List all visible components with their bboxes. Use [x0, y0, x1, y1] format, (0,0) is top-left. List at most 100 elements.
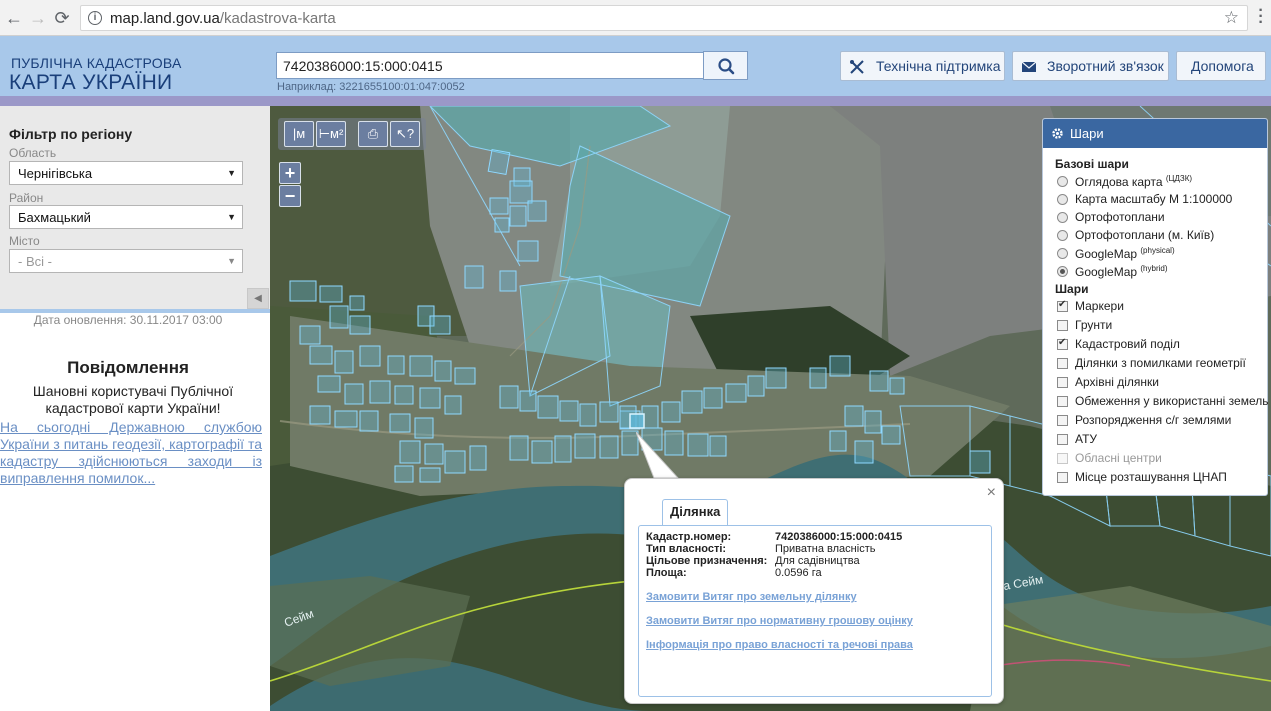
- row-key: Кадастр.номер:: [646, 531, 732, 543]
- layer-label: Грунти: [1075, 318, 1113, 332]
- base-layer-label: Ортофотоплани: [1075, 210, 1165, 224]
- oblast-value: Чернігівська: [18, 166, 93, 181]
- overlay-layers-title: Шари: [1055, 282, 1089, 296]
- notice-text: Шановні користувачі Публічної кадастрово…: [32, 383, 234, 416]
- bookmark-star-icon[interactable]: ☆: [1224, 8, 1239, 28]
- base-layer-sup: (hybrid): [1140, 264, 1168, 273]
- sidebar: Фільтр по регіону Область Чернігівська ▼…: [0, 106, 270, 711]
- url-text: map.land.gov.ua/kadastrova-karta: [110, 10, 336, 27]
- radio-button[interactable]: [1057, 176, 1068, 187]
- measure-length-button[interactable]: |м: [284, 121, 314, 147]
- update-date: Дата оновлення: 30.11.2017 03:00: [33, 313, 223, 327]
- base-layer-sup: (ЦДЗК): [1165, 174, 1193, 183]
- misto-label: Місто: [9, 234, 40, 248]
- layers-panel: Шари Базові шари Оглядова карта (ЦДЗК) К…: [1042, 118, 1268, 496]
- site-header: ПУБЛІЧНА КАДАСТРОВА КАРТА УКРАЇНИ Наприк…: [0, 36, 1271, 96]
- ownership-info-link[interactable]: Інформація про право власності та речові…: [646, 639, 913, 651]
- layer-label: Обмеження у використанні земель: [1075, 394, 1269, 408]
- base-layer-label: Ортофотоплани (м. Київ): [1075, 228, 1215, 242]
- radio-button[interactable]: [1057, 230, 1068, 241]
- oblast-select[interactable]: Чернігівська ▼: [9, 161, 243, 185]
- checkbox-checked[interactable]: [1057, 337, 1068, 350]
- parcel-info: Кадастр.номер: 7420386000:15:000:0415 Тип…: [638, 525, 992, 697]
- raion-value: Бахмацький: [18, 210, 91, 225]
- search-hint: Наприклад: 3221655100:01:047:0052: [277, 81, 465, 93]
- feedback-label: Зворотний зв'язок: [1047, 58, 1164, 74]
- radio-button[interactable]: [1057, 248, 1068, 259]
- raion-select[interactable]: Бахмацький ▼: [9, 205, 243, 229]
- identify-button[interactable]: ↖?: [390, 121, 420, 147]
- zoom-in-button[interactable]: +: [279, 162, 301, 184]
- oblast-label: Область: [9, 146, 57, 160]
- collapse-sidebar-button[interactable]: ◀: [247, 288, 269, 309]
- layer-label: Маркери: [1075, 299, 1124, 313]
- notice-title: Повідомлення: [67, 358, 189, 377]
- chevron-down-icon: ▼: [227, 212, 236, 222]
- gear-icon: [1052, 128, 1063, 139]
- checkbox[interactable]: [1057, 358, 1068, 369]
- browser-menu-icon[interactable]: · · ·: [1257, 3, 1265, 31]
- feedback-button[interactable]: Зворотний зв'язок: [1012, 51, 1169, 81]
- order-parcel-extract-link[interactable]: Замовити Витяг про земельну ділянку: [646, 591, 857, 603]
- tab-parcel[interactable]: Ділянка: [662, 499, 729, 525]
- info-icon[interactable]: i: [88, 11, 102, 25]
- checkbox[interactable]: [1057, 434, 1068, 445]
- help-button[interactable]: Допомога: [1176, 51, 1266, 81]
- order-valuation-extract-link[interactable]: Замовити Витяг про нормативну грошову оц…: [646, 615, 913, 627]
- zoom-out-button[interactable]: −: [279, 185, 301, 207]
- checkbox[interactable]: [1057, 377, 1068, 388]
- misto-value: - Всі -: [18, 254, 52, 269]
- checkbox[interactable]: [1057, 415, 1068, 426]
- tools-icon: [850, 60, 864, 74]
- radio-button[interactable]: [1057, 194, 1068, 205]
- search-button[interactable]: [703, 51, 748, 80]
- cadastral-search-input[interactable]: [276, 52, 704, 79]
- row-value: Приватна власність: [775, 543, 876, 555]
- checkbox[interactable]: [1057, 396, 1068, 407]
- address-bar[interactable]: i map.land.gov.ua/kadastrova-karta ☆: [80, 5, 1248, 31]
- layer-label: АТУ: [1075, 432, 1098, 446]
- forward-icon[interactable]: →: [28, 8, 48, 28]
- layer-label: Кадастровий поділ: [1075, 337, 1180, 351]
- base-layer-label: GoogleMap: [1075, 265, 1138, 279]
- row-key: Тип власності:: [646, 543, 727, 555]
- row-key: Площа:: [646, 567, 687, 579]
- reload-icon[interactable]: ⟳: [52, 8, 72, 28]
- popup-pointer: [636, 432, 686, 482]
- back-icon[interactable]: ←: [4, 8, 24, 28]
- base-layer-label: Оглядова карта: [1075, 175, 1163, 189]
- radio-button-selected[interactable]: [1057, 266, 1068, 277]
- radio-button[interactable]: [1057, 212, 1068, 223]
- layers-title: Шари: [1070, 126, 1104, 141]
- close-icon[interactable]: ×: [987, 484, 996, 502]
- base-layer-sup: (physical): [1140, 246, 1175, 255]
- logo-line-1: ПУБЛІЧНА КАДАСТРОВА: [11, 55, 182, 71]
- checkbox-checked[interactable]: [1057, 299, 1068, 312]
- envelope-icon: [1021, 61, 1037, 72]
- layers-header[interactable]: Шари: [1043, 119, 1267, 148]
- print-button[interactable]: ⎙: [358, 121, 388, 147]
- chevron-down-icon: ▼: [227, 256, 236, 266]
- notice-link[interactable]: На сьогодні Державною службою України з …: [0, 419, 262, 487]
- filter-title: Фільтр по регіону: [9, 126, 133, 142]
- base-layer-label: GoogleMap: [1075, 247, 1138, 261]
- checkbox-disabled: [1057, 453, 1068, 464]
- base-layers-title: Базові шари: [1055, 157, 1129, 171]
- region-filter-panel: Фільтр по регіону Область Чернігівська ▼…: [0, 106, 270, 309]
- checkbox[interactable]: [1057, 472, 1068, 483]
- map-toolbar: |м ⊢м² ⎙ ↖?: [278, 118, 426, 150]
- row-key: Цільове призначення:: [646, 555, 768, 567]
- tech-support-label: Технічна підтримка: [876, 58, 1001, 74]
- layer-label: Ділянки з помилками геометрії: [1075, 356, 1246, 370]
- parcel-popup: × Ділянка Кадастр.номер: 7420386000:15:00…: [624, 478, 1004, 704]
- row-value: 7420386000:15:000:0415: [775, 531, 903, 543]
- header-stripe: [0, 96, 1271, 106]
- browser-toolbar: ← → ⟳ i map.land.gov.ua/kadastrova-karta…: [0, 0, 1271, 36]
- tech-support-button[interactable]: Технічна підтримка: [840, 51, 1005, 81]
- misto-select[interactable]: - Всі - ▼: [9, 249, 243, 273]
- layer-label: Обласні центри: [1075, 451, 1162, 465]
- measure-area-button[interactable]: ⊢м²: [316, 121, 346, 147]
- checkbox[interactable]: [1057, 320, 1068, 331]
- help-label: Допомога: [1191, 58, 1254, 74]
- layer-label: Місце розташування ЦНАП: [1075, 470, 1227, 484]
